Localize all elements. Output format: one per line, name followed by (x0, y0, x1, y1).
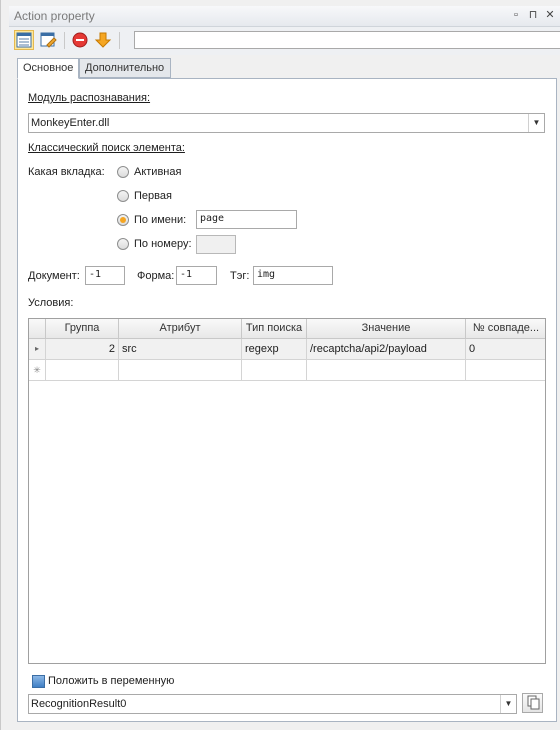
radio-by-number-label: По номеру: (134, 238, 192, 250)
chevron-down-icon[interactable]: ▼ (500, 695, 516, 713)
tab-additional[interactable]: Дополнительно (79, 58, 171, 78)
new-cell[interactable] (466, 360, 545, 381)
module-value: MonkeyEnter.dll (31, 117, 110, 129)
form-label: Форма: (137, 270, 175, 282)
new-cell[interactable] (242, 360, 307, 381)
restore-icon[interactable]: ▫ (509, 8, 523, 22)
column-header-attribute[interactable]: Атрибут (119, 319, 242, 339)
column-header-search-type[interactable]: Тип поиска (242, 319, 307, 339)
tag-label: Тэг: (230, 270, 250, 282)
edit-icon[interactable] (38, 30, 58, 50)
radio-first-label: Первая (134, 190, 172, 202)
cell-attribute[interactable]: src (119, 339, 242, 360)
form-input[interactable]: -1 (176, 266, 217, 285)
stop-icon[interactable] (70, 30, 90, 50)
new-cell[interactable] (46, 360, 119, 381)
cell-group[interactable]: 2 (46, 339, 119, 360)
column-header-value[interactable]: Значение (307, 319, 466, 339)
new-cell[interactable] (307, 360, 466, 381)
module-label: Модуль распознавания: (28, 92, 151, 104)
tab-name-input[interactable]: page (196, 210, 297, 229)
variable-dropdown[interactable]: RecognitionResult0 ▼ (28, 694, 517, 714)
properties-icon[interactable] (14, 30, 34, 50)
tab-choice-label: Какая вкладка: (28, 166, 105, 178)
document-label: Документ: (28, 270, 80, 282)
tab-number-input[interactable] (196, 235, 236, 254)
current-row-icon: ▸ (29, 339, 46, 360)
conditions-grid[interactable]: Группа Атрибут Тип поиска Значение № сов… (28, 318, 546, 664)
new-row-icon: ✳ (29, 360, 46, 381)
radio-by-name[interactable] (117, 214, 129, 226)
down-arrow-icon[interactable] (93, 30, 113, 50)
radio-first[interactable] (117, 190, 129, 202)
classic-search-label: Классический поиск элемента: (28, 142, 185, 154)
radio-active-label: Активная (134, 166, 182, 178)
toolbar-separator (119, 32, 120, 49)
conditions-label: Условия: (28, 297, 74, 309)
radio-active[interactable] (117, 166, 129, 178)
chevron-down-icon[interactable]: ▼ (528, 114, 544, 132)
pin-icon[interactable]: ⊓ (526, 8, 540, 22)
close-icon[interactable]: ✕ (543, 8, 557, 22)
radio-by-name-label: По имени: (134, 214, 187, 226)
title-bar: Action property ▫ ⊓ ✕ (9, 6, 560, 27)
tab-main[interactable]: Основное (17, 58, 79, 79)
column-header-group[interactable]: Группа (46, 319, 119, 339)
cell-search-type[interactable]: regexp (242, 339, 307, 360)
cell-match-no[interactable]: 0 (466, 339, 545, 360)
radio-by-number[interactable] (117, 238, 129, 250)
action-property-window: Action property ▫ ⊓ ✕ Основное Дополните… (0, 0, 560, 730)
tag-input[interactable]: img (253, 266, 333, 285)
toolbar-separator (64, 32, 65, 49)
variable-value: RecognitionResult0 (31, 698, 127, 710)
window-title: Action property (14, 9, 95, 23)
put-in-variable-checkbox[interactable] (32, 675, 45, 688)
column-header-match-no[interactable]: № совпаде... (466, 319, 545, 339)
toolbar (9, 27, 560, 55)
copy-button[interactable] (522, 693, 543, 713)
put-in-variable-label: Положить в переменную (48, 675, 175, 687)
module-dropdown[interactable]: MonkeyEnter.dll ▼ (28, 113, 545, 133)
copy-icon (527, 695, 540, 710)
new-cell[interactable] (119, 360, 242, 381)
document-input[interactable]: -1 (85, 266, 125, 285)
cell-value[interactable]: /recaptcha/api2/payload (307, 339, 466, 360)
row-header-corner (29, 319, 46, 339)
toolbar-input[interactable] (134, 31, 560, 49)
